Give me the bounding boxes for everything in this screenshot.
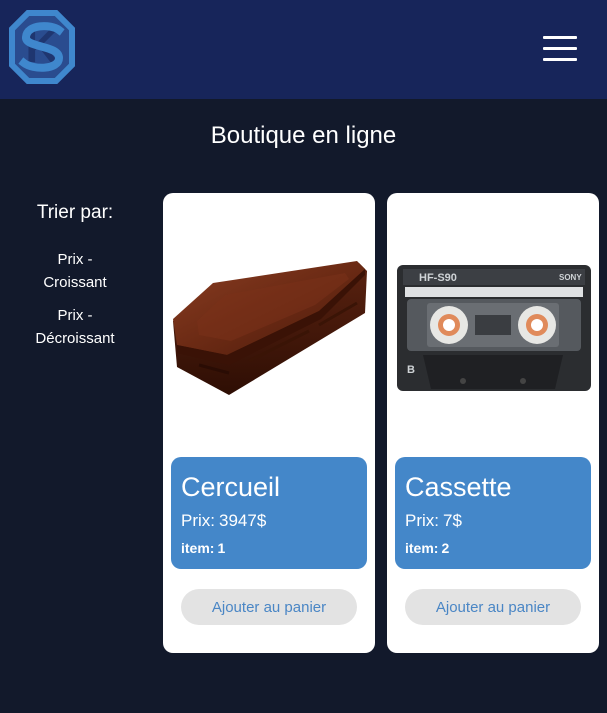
price-value: 7$ [443,511,462,530]
coffin-image [173,261,367,395]
price-value: 3947$ [219,511,267,530]
menu-bar [543,58,577,61]
sort-price-descending[interactable]: Prix - Décroissant [0,304,150,350]
cassette-brand: HF-S90 [419,272,457,284]
sort-option-line: Prix - [57,307,93,324]
sort-option-line: Prix - [57,251,93,268]
product-card: Cercueil Prix: 3947$ item: 1 Ajouter au pa… [163,193,375,653]
sort-price-ascending[interactable]: Prix - Croissant [0,248,150,294]
logo-icon[interactable]: K [9,10,75,84]
add-to-cart-button[interactable]: Ajouter au panier [181,589,357,625]
page-title: Boutique en ligne [210,122,397,149]
cassette-side: B [407,364,415,376]
hamburger-menu-icon[interactable] [543,36,577,62]
product-price: Prix: 3947$ [181,511,266,531]
item-value: 1 [217,540,226,556]
product-item-number: item: 1 [181,540,225,556]
item-label: item: [181,540,215,556]
sort-option-line: Croissant [43,274,107,291]
top-header: K [0,0,607,99]
item-label: item: [405,540,439,556]
product-card: HF-S90 SONY B Cassette Prix: 7$ item: 2 Aj… [387,193,599,653]
product-info-panel: Cercueil Prix: 3947$ item: 1 [171,457,367,569]
product-name: Cassette [405,472,512,502]
item-value: 2 [441,540,450,556]
sort-title: Trier par: [36,202,114,223]
product-info-panel: Cassette Prix: 7$ item: 2 [395,457,591,569]
add-to-cart-button[interactable]: Ajouter au panier [405,589,581,625]
product-price: Prix: 7$ [405,511,462,531]
menu-bar [543,47,577,50]
menu-bar [543,36,577,39]
product-name: Cercueil [181,472,281,502]
cassette-maker: SONY [559,273,582,282]
product-item-number: item: 2 [405,540,449,556]
cassette-tape-image: HF-S90 SONY B [397,265,591,391]
price-label: Prix: [181,511,215,530]
price-label: Prix: [405,511,439,530]
sort-option-line: Décroissant [35,330,115,347]
